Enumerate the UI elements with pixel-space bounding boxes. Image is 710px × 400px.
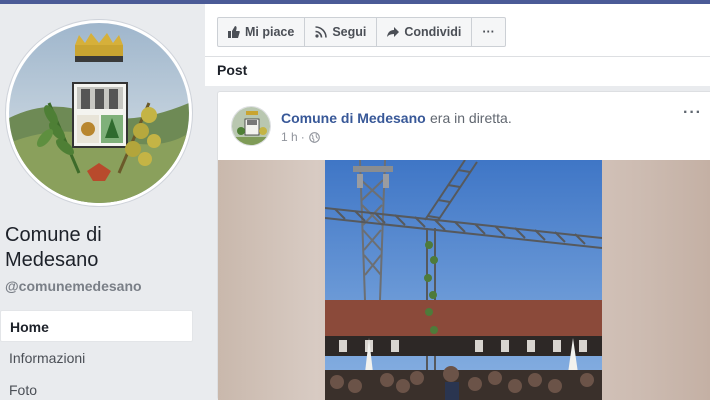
- section-title: Post: [217, 62, 248, 78]
- post-card: Comune di Medesano era in diretta. 1 h ·…: [217, 91, 710, 400]
- post-action-text: era in diretta.: [430, 110, 512, 126]
- live-video-player[interactable]: [218, 160, 710, 400]
- share-arrow-icon: [387, 27, 400, 37]
- coat-of-arms-thumbnail: [232, 107, 270, 145]
- page-handle: @comunemedesano: [5, 278, 142, 294]
- share-button[interactable]: Condividi: [376, 17, 473, 47]
- more-options-label: ···: [482, 25, 495, 39]
- main-column: Mi piace Segui Condividi ··· Post Comune…: [205, 4, 710, 400]
- post-options-button[interactable]: ···: [683, 104, 702, 122]
- more-options-button[interactable]: ···: [471, 17, 506, 47]
- post-author-link[interactable]: Comune di Medesano: [281, 110, 426, 126]
- rss-icon: [315, 26, 328, 38]
- share-button-label: Condividi: [404, 25, 462, 39]
- page-action-bar: Mi piace Segui Condividi ···: [217, 17, 506, 47]
- nav-item-informazioni[interactable]: Informazioni: [0, 342, 193, 374]
- separator-dot: ·: [300, 130, 305, 144]
- coat-of-arms-image: [9, 23, 189, 203]
- globe-icon[interactable]: [308, 131, 320, 143]
- left-sidebar: Comune di Medesano @comunemedesano Home …: [0, 4, 205, 400]
- post-meta: 1 h ·: [281, 130, 320, 144]
- post-timestamp[interactable]: 1 h: [281, 130, 298, 144]
- like-button-label: Mi piace: [245, 25, 295, 39]
- thumbs-up-icon: [228, 26, 240, 38]
- divider: [205, 56, 710, 57]
- profile-picture[interactable]: [6, 20, 192, 206]
- nav-item-home[interactable]: Home: [0, 310, 193, 342]
- post-feed: Comune di Medesano era in diretta. 1 h ·…: [205, 86, 710, 400]
- video-still-image: [325, 160, 602, 400]
- follow-button-label: Segui: [332, 25, 367, 39]
- video-frame: [325, 160, 602, 400]
- page-navigation: Home Informazioni Foto: [0, 310, 193, 400]
- post-author-avatar[interactable]: [231, 106, 271, 146]
- page-name[interactable]: Comune di Medesano: [5, 223, 195, 273]
- nav-item-foto[interactable]: Foto: [0, 374, 193, 400]
- follow-button[interactable]: Segui: [304, 17, 378, 47]
- like-button[interactable]: Mi piace: [217, 17, 306, 47]
